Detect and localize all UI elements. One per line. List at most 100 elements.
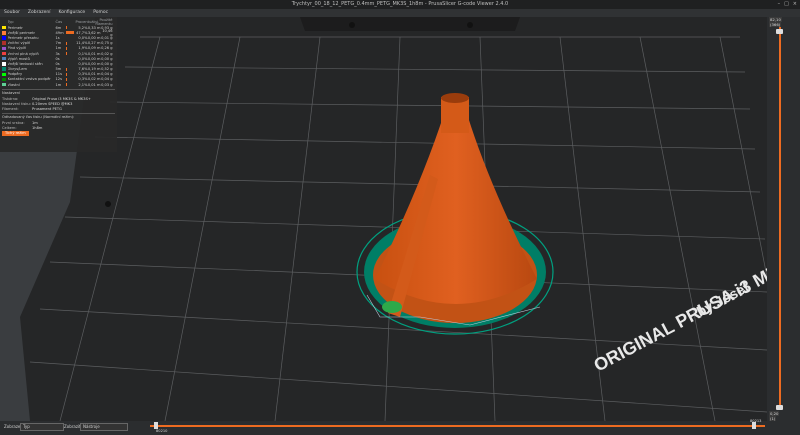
legend-item-weight: 0,02 g [101, 51, 113, 56]
view-type-select[interactable]: Typ [20, 423, 64, 431]
legend-item-weight: 0,00 g [101, 56, 113, 61]
legend-item-bar [65, 52, 76, 56]
legend-row[interactable]: Výplň mostů 0s 0,0% 0,00 m 0,00 g [2, 56, 115, 61]
stealth-mode-button[interactable]: Tichý režim [2, 131, 29, 137]
legend-row[interactable]: Kontaktní vrstva podpěr 12s 0,3% 0,02 m 0,04… [2, 77, 115, 82]
legend-item-weight: 0,03 g [101, 82, 113, 87]
bed-screw-icon [105, 201, 111, 207]
legend-row[interactable]: Obrys/Lem 5m 7,6% 0,19 m 0,52 g [2, 67, 115, 72]
legend-row[interactable]: Vrchní plná výplň 3s 0,1% 0,01 m 0,02 g [2, 51, 115, 56]
menu-help[interactable]: Pomoc [93, 9, 108, 17]
legend-item-name: Perimetr přesahu [7, 35, 39, 40]
bottom-toolbar: Zobrazení Typ Zobrazit Nástroje 80210 80… [0, 419, 800, 435]
legend-item-length: 0,01 m [87, 72, 101, 77]
show-select[interactable]: Nástroje [80, 423, 128, 431]
legend-color-swatch [2, 31, 6, 35]
legend-row[interactable]: Perimetr přesahu 1s 0,0% 0,00 m 0,01 g [2, 35, 115, 40]
legend-row[interactable]: Vnější tenkostí stěn 0s 0,0% 0,00 m 0,00 g [2, 61, 115, 66]
legend-item-length: 0,00 m [87, 35, 101, 40]
close-icon[interactable]: × [793, 0, 797, 9]
moves-left-thumb[interactable] [154, 422, 158, 429]
legend-item-bar [66, 62, 76, 65]
legend-item-time: 5m [55, 67, 62, 72]
printer-value: Original Prusa i3 MK3S & MK3S+ [32, 96, 91, 101]
legend-item-name: Perimetr [7, 25, 23, 30]
legend-color-swatch [2, 36, 6, 40]
moves-slider-track[interactable] [150, 425, 765, 427]
legend-item-weight: 0,00 g [101, 61, 113, 66]
legend-row[interactable]: Podpěry 11s 0,3% 0,01 m 0,04 g [2, 72, 115, 77]
legend-item-percent: 0,3% [78, 77, 88, 82]
legend-color-swatch [2, 72, 6, 77]
first-layer-value: 1m [32, 120, 38, 125]
legend-item-time: 1s [55, 35, 60, 40]
legend-item-weight: 0,04 g [101, 72, 113, 77]
legend-color-swatch [2, 82, 6, 87]
legend-item-percent: 0,0% [78, 35, 88, 40]
legend-item-percent: 7,6% [78, 67, 88, 72]
legend-item-bar [65, 77, 76, 81]
legend-item-percent: 5,2% [78, 25, 88, 30]
print-settings-value: 0.20mm SPEED @MK3 [32, 101, 73, 106]
moves-left-value: 80210 [156, 429, 168, 433]
legend-color-swatch [2, 62, 6, 66]
menu-file[interactable]: Soubor [4, 9, 20, 17]
legend-item-length: 0,33 m [87, 25, 101, 30]
menu-bar: Soubor Zobrazení Konfigurace Pomoc [0, 9, 800, 17]
legend-item-length: 0,01 m [87, 51, 101, 56]
legend-item-name: Vnější perimetr [7, 30, 36, 35]
minimize-icon[interactable]: – [778, 0, 781, 9]
legend-item-bar [65, 67, 76, 71]
legend-item-weight: 0,01 g [101, 35, 113, 40]
legend-item-time: 12s [55, 77, 62, 82]
legend-item-percent: 47,7% [76, 30, 88, 35]
legend-item-name: Vlastní [7, 82, 20, 87]
legend-item-time: 1m [55, 46, 62, 51]
legend-color-swatch [2, 67, 6, 71]
legend-item-percent: 0,3% [78, 72, 88, 77]
bed-screw-icon [467, 22, 473, 28]
legend-row[interactable]: Vnější perimetr 49m 47,7% 3,62 m 10,46 g [2, 29, 115, 37]
printer-key: Tiskárna: [2, 96, 19, 101]
menu-view[interactable]: Zobrazení [28, 9, 51, 17]
window-title: Trychtyr_00_18_12_PETG_0.4mm_PETG_MK3S_1… [291, 1, 509, 7]
legend-item-time: 0s [55, 56, 60, 61]
legend-header-percent: Procentuální [75, 20, 98, 24]
legend-item-bar [65, 83, 76, 87]
legend-header-time: Čas [55, 20, 63, 24]
window-titlebar: Trychtyr_00_18_12_PETG_0.4mm_PETG_MK3S_1… [0, 0, 800, 9]
legend-color-swatch [2, 56, 6, 61]
legend-item-length: 0,01 m [87, 82, 101, 87]
legend-item-time: 6m [55, 25, 62, 30]
legend-row[interactable]: Vnitřní výplň 7m 11,4% 0,27 m 0,75 g [2, 41, 115, 46]
filament-value: Prusament PETG [32, 106, 62, 111]
legend-row[interactable]: Plná výplň 1m 1,9% 0,09 m 0,26 g [2, 46, 115, 51]
moves-right-value: 80213 [750, 419, 762, 423]
legend-item-weight: 0,75 g [101, 41, 113, 46]
legend-row[interactable]: Perimetr 6m 5,2% 0,33 m 0,93 g [2, 25, 115, 30]
legend-row[interactable]: Vlastní 1m 2,1% 0,01 m 0,03 g [2, 82, 115, 87]
layer-slider[interactable]: 82,10 (366) 0,20 (1) [767, 17, 800, 421]
menu-configuration[interactable]: Konfigurace [58, 9, 85, 17]
legend-header-type: Typ [7, 20, 14, 24]
legend-item-length: 0,02 m [87, 77, 101, 82]
legend-item-name: Vnější tenkostí stěn [7, 61, 43, 66]
first-layer-label: První vrstva: [2, 120, 25, 125]
legend-item-time: 3s [55, 51, 60, 56]
spout-opening [441, 93, 469, 103]
legend-item-bar [65, 31, 76, 35]
legend-panel: Typ Čas Procentuální Použité filamentu P… [0, 17, 117, 152]
maximize-icon[interactable]: □ [784, 0, 789, 9]
legend-item-length: 0,00 m [87, 61, 101, 66]
moves-right-thumb[interactable] [752, 422, 756, 429]
legend-item-name: Vrchní plná výplň [7, 51, 39, 56]
layer-top-thumb[interactable] [776, 29, 783, 34]
window-controls: – □ × [778, 0, 797, 9]
legend-item-weight: 0,04 g [101, 77, 113, 82]
legend-item-length: 0,19 m [87, 67, 101, 72]
legend-item-name: Výplň mostů [7, 56, 30, 61]
layer-bottom-thumb[interactable] [776, 405, 783, 410]
bed-screw-icon [349, 22, 355, 28]
layer-slider-track[interactable] [779, 27, 781, 409]
legend-item-length: 0,09 m [87, 46, 101, 51]
